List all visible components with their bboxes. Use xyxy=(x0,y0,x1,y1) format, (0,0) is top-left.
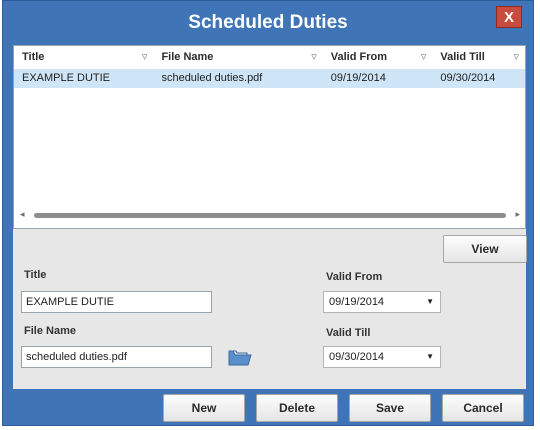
title-label: Title xyxy=(24,269,47,281)
column-header-label: Valid From xyxy=(330,51,388,63)
window-titlebar: Scheduled Duties xyxy=(3,1,533,43)
cell-title: EXAMPLE DUTIE xyxy=(22,72,111,84)
column-header-file-name[interactable]: File Name ▿ xyxy=(153,46,322,68)
column-header-valid-from[interactable]: Valid From ▿ xyxy=(323,46,433,68)
horizontal-scrollbar[interactable]: ◂ ▸ xyxy=(20,209,520,220)
valid-till-dropdown[interactable]: 09/30/2014 ▼ xyxy=(323,346,441,368)
duties-grid: Title ▿ File Name ▿ Valid From ▿ Valid T… xyxy=(13,45,526,229)
cancel-button[interactable]: Cancel xyxy=(442,394,524,422)
filter-icon[interactable]: ▿ xyxy=(142,46,148,68)
scroll-left-icon[interactable]: ◂ xyxy=(20,209,25,220)
delete-button[interactable]: Delete xyxy=(256,394,338,422)
valid-from-label: Valid From xyxy=(326,271,383,283)
file-name-label: File Name xyxy=(24,325,76,337)
filter-icon[interactable]: ▿ xyxy=(513,46,519,68)
close-icon: X xyxy=(503,9,514,26)
file-name-input[interactable]: scheduled duties.pdf xyxy=(21,346,212,368)
close-button[interactable]: X xyxy=(496,6,522,28)
cell-file-name: scheduled duties.pdf xyxy=(161,72,263,84)
grid-header: Title ▿ File Name ▿ Valid From ▿ Valid T… xyxy=(14,46,525,68)
chevron-down-icon[interactable]: ▼ xyxy=(426,347,434,367)
window-title: Scheduled Duties xyxy=(188,12,348,33)
folder-open-icon[interactable] xyxy=(228,347,252,367)
column-header-label: File Name xyxy=(161,51,214,63)
valid-till-label: Valid Till xyxy=(326,327,371,339)
valid-from-value: 09/19/2014 xyxy=(329,296,385,308)
save-button[interactable]: Save xyxy=(349,394,431,422)
scrollbar-thumb[interactable] xyxy=(34,213,506,218)
column-header-title[interactable]: Title ▿ xyxy=(14,46,153,68)
column-header-valid-till[interactable]: Valid Till ▿ xyxy=(432,46,525,68)
duty-details-form: View Title EXAMPLE DUTIE File Name sched… xyxy=(13,229,527,389)
column-header-label: Valid Till xyxy=(440,51,485,63)
table-row[interactable]: EXAMPLE DUTIE scheduled duties.pdf 09/19… xyxy=(14,69,525,88)
filter-icon[interactable]: ▿ xyxy=(421,46,427,68)
new-button[interactable]: New xyxy=(163,394,245,422)
column-header-label: Title xyxy=(22,51,45,63)
valid-till-value: 09/30/2014 xyxy=(329,351,385,363)
cell-valid-till: 09/30/2014 xyxy=(440,72,496,84)
cell-valid-from: 09/19/2014 xyxy=(330,72,386,84)
footer-bar: New Delete Save Cancel xyxy=(3,389,533,427)
chevron-down-icon[interactable]: ▼ xyxy=(426,292,434,312)
valid-from-dropdown[interactable]: 09/19/2014 ▼ xyxy=(323,291,441,313)
title-input[interactable]: EXAMPLE DUTIE xyxy=(21,291,212,313)
scroll-right-icon[interactable]: ▸ xyxy=(515,209,520,220)
scheduled-duties-window: Scheduled Duties X Title ▿ File Name ▿ V… xyxy=(2,0,534,426)
filter-icon[interactable]: ▿ xyxy=(311,46,317,68)
view-button[interactable]: View xyxy=(443,235,527,263)
